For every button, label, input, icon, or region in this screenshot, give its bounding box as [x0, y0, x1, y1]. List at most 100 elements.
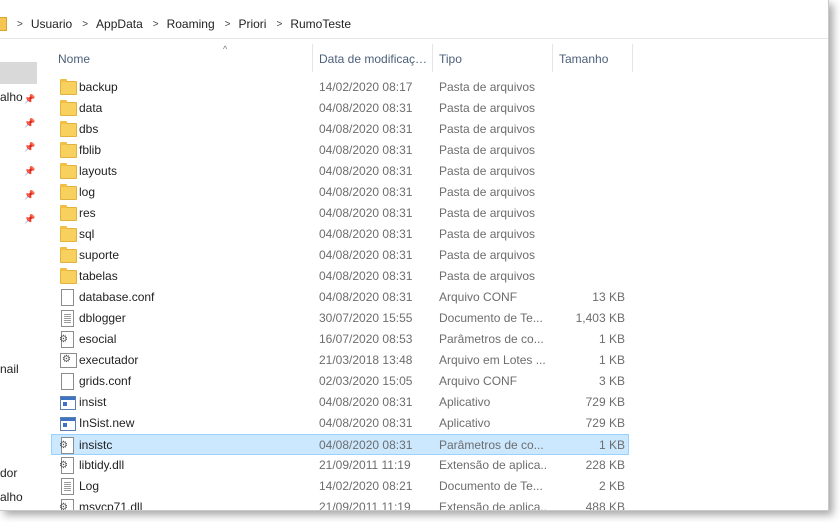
nav-item-label[interactable]: dor	[0, 466, 17, 480]
folder-icon	[60, 142, 77, 158]
column-header-name[interactable]: Nome	[58, 44, 308, 72]
file-name: Log	[79, 479, 100, 493]
file-size	[552, 224, 625, 244]
file-type: Pasta de arquivos	[439, 122, 536, 136]
file-row[interactable]: log 04/08/2020 08:31 Pasta de arquivos	[52, 182, 628, 202]
file-row[interactable]: libtidy.dll 21/09/2011 11:19 Extensão de a…	[52, 455, 628, 475]
file-name: tabelas	[79, 269, 118, 283]
file-date-modified: 04/08/2020 08:31	[319, 290, 413, 304]
file-row[interactable]: esocial 16/07/2020 08:53 Parâmetros de co.…	[52, 329, 628, 349]
file-date-modified: 21/09/2011 11:19	[319, 500, 411, 511]
file-name: suporte	[79, 248, 120, 262]
column-headers: ^ Nome Data de modificaç… Tipo Tamanho	[45, 44, 635, 72]
file-date-modified: 04/08/2020 08:31	[319, 438, 413, 452]
file-size: 1,403 KB	[575, 311, 625, 325]
folder-icon	[60, 121, 77, 137]
file-name: log	[79, 185, 96, 199]
breadcrumb-item-rumoteste[interactable]: RumoTeste	[284, 17, 357, 31]
breadcrumb: > Usuario > AppData > Roaming > Priori >…	[0, 14, 357, 34]
file-size	[552, 119, 625, 139]
column-divider[interactable]	[632, 44, 633, 72]
column-divider[interactable]	[432, 44, 433, 72]
file-date-modified: 02/03/2020 15:05	[319, 374, 413, 388]
file-name: database.conf	[79, 290, 155, 304]
chevron-right-icon[interactable]: >	[149, 19, 161, 30]
file-size: 1 KB	[598, 353, 625, 367]
file-date-modified: 04/08/2020 08:31	[319, 164, 413, 178]
navigation-pane: alho 📌 📌 📌 📌 📌 📌 nail dor alho	[0, 40, 40, 510]
application-icon	[60, 396, 76, 410]
column-header-date[interactable]: Data de modificaç…	[319, 44, 431, 72]
nav-item-label[interactable]: alho	[0, 90, 23, 104]
file-type: Pasta de arquivos	[439, 164, 536, 178]
file-date-modified: 04/08/2020 08:31	[319, 185, 413, 199]
file-size: 729 KB	[585, 416, 625, 430]
file-row[interactable]: res 04/08/2020 08:31 Pasta de arquivos	[52, 203, 628, 223]
dll-file-icon	[59, 499, 74, 510]
folder-icon	[60, 205, 77, 221]
file-type: Extensão de aplica...	[439, 458, 547, 472]
file-type: Pasta de arquivos	[439, 185, 536, 199]
file-type: Arquivo CONF	[439, 290, 518, 304]
file-name: res	[79, 206, 96, 220]
chevron-right-icon[interactable]: >	[221, 19, 233, 30]
column-divider[interactable]	[312, 44, 313, 72]
folder-icon	[60, 100, 77, 116]
file-row[interactable]: database.conf 04/08/2020 08:31 Arquivo CON…	[52, 287, 628, 307]
pin-icon: 📌	[24, 190, 36, 200]
pin-icon: 📌	[24, 142, 36, 152]
file-row[interactable]: grids.conf 02/03/2020 15:05 Arquivo CONF 3 …	[52, 371, 628, 391]
file-size: 1 KB	[598, 438, 625, 452]
breadcrumb-item-usuario[interactable]: Usuario	[25, 17, 78, 31]
file-row[interactable]: data 04/08/2020 08:31 Pasta de arquivos	[52, 98, 628, 118]
file-row[interactable]: fblib 04/08/2020 08:31 Pasta de arquivos	[52, 140, 628, 160]
file-type: Documento de Te...	[439, 311, 543, 325]
file-name: grids.conf	[79, 374, 132, 388]
file-name: executador	[79, 353, 139, 367]
file-row[interactable]: insistc 04/08/2020 08:31 Parâmetros de co.…	[51, 434, 629, 455]
file-row[interactable]: msvcp71.dll 21/09/2011 11:19 Extensão de a…	[52, 497, 628, 511]
chevron-right-icon[interactable]: >	[272, 19, 284, 30]
file-row[interactable]: layouts 04/08/2020 08:31 Pasta de arquivos	[52, 161, 628, 181]
file-row[interactable]: InSist.new 04/08/2020 08:31 Aplicativo 729 …	[52, 413, 628, 433]
chevron-right-icon[interactable]: >	[13, 19, 25, 30]
file-size	[552, 77, 625, 97]
file-row[interactable]: suporte 04/08/2020 08:31 Pasta de arquivos	[52, 245, 628, 265]
file-row[interactable]: sql 04/08/2020 08:31 Pasta de arquivos	[52, 224, 628, 244]
file-type: Pasta de arquivos	[439, 248, 536, 262]
address-bar[interactable]: > Usuario > AppData > Roaming > Priori >…	[0, 0, 828, 39]
file-type: Aplicativo	[439, 395, 491, 409]
file-row[interactable]: dbs 04/08/2020 08:31 Pasta de arquivos	[52, 119, 628, 139]
file-type: Pasta de arquivos	[439, 227, 536, 241]
column-header-size[interactable]: Tamanho	[559, 44, 633, 72]
nav-item-label[interactable]: alho	[0, 490, 23, 504]
column-divider[interactable]	[552, 44, 553, 72]
file-icon	[61, 289, 74, 306]
folder-icon	[60, 163, 77, 179]
file-row[interactable]: executador 21/03/2018 13:48 Arquivo em Lot…	[52, 350, 628, 370]
folder-icon	[60, 79, 77, 95]
file-row[interactable]: Log 14/02/2020 08:21 Documento de Te... 2 K…	[52, 476, 628, 496]
file-date-modified: 04/08/2020 08:31	[319, 416, 413, 430]
breadcrumb-item-roaming[interactable]: Roaming	[161, 17, 221, 31]
chevron-right-icon[interactable]: >	[78, 19, 90, 30]
file-type: Pasta de arquivos	[439, 80, 536, 94]
file-row[interactable]: tabelas 04/08/2020 08:31 Pasta de arquivos	[52, 266, 628, 286]
file-date-modified: 04/08/2020 08:31	[319, 269, 413, 283]
file-date-modified: 04/08/2020 08:31	[319, 248, 413, 262]
file-type: Documento de Te...	[439, 479, 543, 493]
nav-item-selected[interactable]	[0, 62, 37, 84]
file-row[interactable]: backup 14/02/2020 08:17 Pasta de arquivos	[52, 77, 628, 97]
nav-item-label[interactable]: nail	[0, 362, 19, 376]
file-size	[552, 266, 625, 286]
column-header-type[interactable]: Tipo	[439, 44, 549, 72]
breadcrumb-item-priori[interactable]: Priori	[232, 17, 272, 31]
file-size	[552, 140, 625, 160]
file-row[interactable]: insist 04/08/2020 08:31 Aplicativo 729 KB	[52, 392, 628, 412]
file-date-modified: 04/08/2020 08:31	[319, 122, 413, 136]
breadcrumb-item-appdata[interactable]: AppData	[90, 17, 149, 31]
file-size	[552, 245, 625, 265]
file-type: Extensão de aplica...	[439, 500, 547, 511]
file-row[interactable]: dblogger 30/07/2020 15:55 Documento de Te.…	[52, 308, 628, 328]
file-date-modified: 04/08/2020 08:31	[319, 143, 413, 157]
